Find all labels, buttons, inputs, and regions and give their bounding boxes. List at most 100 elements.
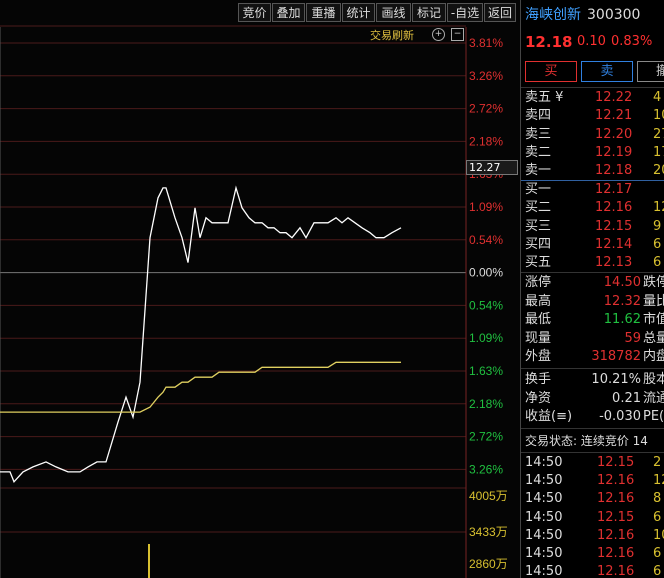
order-price: 12.21 [595,108,633,124]
axis-tick-label: 3.81% [469,36,503,50]
price-change: 0.10 [577,34,606,49]
intraday-chart[interactable]: 3.81% 3.26% 2.72% 2.18% 1.63% 1.09% 0.54% 0.00%… [0,0,520,578]
order-label: 买五 [525,255,552,271]
order-row[interactable]: 卖二 12.19 17 [521,144,664,162]
settings-circle-icon[interactable]: + [432,28,445,41]
price-line [0,185,402,484]
tick-row[interactable]: 14:50 12.16 10 [521,527,664,545]
tick-time: 14:50 [525,455,563,470]
order-row[interactable]: 卖三 12.20 27 [521,126,664,144]
order-volume: 6 [653,236,662,252]
buy-button[interactable]: 买 [525,61,577,82]
toolbar-button[interactable]: 统计 [342,3,375,22]
axis-tick-label: 0.54% [469,233,503,247]
collapse-box-icon[interactable]: − [451,28,464,41]
order-row[interactable]: 买四 12.14 6 [521,236,664,254]
stat-value: -0.030 [599,409,641,424]
tick-volume: 6 [653,564,662,578]
toolbar-button[interactable]: 竞价 [238,3,271,22]
order-price: 12.17 [595,182,633,197]
order-row[interactable]: 买三 12.15 9 [521,218,664,236]
stat-right-label: 股本 [643,372,664,387]
toolbar-button[interactable]: 重播 [306,3,341,22]
stat-row: 外盘 318782内盘 [521,348,664,366]
tick-row[interactable]: 14:50 12.16 6 [521,563,664,578]
tick-price: 12.16 [597,491,635,507]
stat-row: 最低 11.62市值 [521,311,664,329]
stat-right-label: 内盘 [643,349,664,364]
stat-row: 涨停 14.50跌停 [521,274,664,292]
toolbar-button[interactable]: 返回 [484,3,516,22]
tick-row[interactable]: 14:50 12.15 6 [521,509,664,527]
order-row[interactable]: 买二 12.16 12 [521,199,664,217]
order-row[interactable]: 买五 12.13 6 [521,254,664,272]
tick-row[interactable]: 14:50 12.16 12 [521,472,664,490]
stat-value: 11.62 [603,312,641,327]
stat-row: 现量 59总量 [521,330,664,348]
order-label: 买一 [525,182,552,197]
axis-tick-label: 2.18% [469,134,503,148]
tick-volume: 2 [653,455,662,470]
volume-tick-label: 3433万 [469,525,508,539]
order-price: 12.19 [595,144,633,160]
refresh-label[interactable]: 交易刷新 [370,27,414,43]
stat-value: 12.32 [603,293,641,309]
stat-row: 收益(≡) -0.030 PE( [521,408,664,426]
axis-tick-label: 0.54% [469,298,503,312]
tick-row[interactable]: 14:50 12.16 8 [521,490,664,508]
toolbar-button[interactable]: 画线 [376,3,411,22]
order-price: 12.14 [595,236,633,252]
order-volume: 20 [653,163,664,179]
stat-value: 10.21% [591,372,641,387]
stat-right-label: 流通 [643,390,664,406]
tick-time: 14:50 [525,564,563,578]
tick-price: 12.16 [597,546,635,561]
order-row[interactable]: 买一 12.17 [521,181,664,199]
axis-tick-label: 3.26% [469,462,503,476]
order-volume: 4 [653,90,662,105]
order-volume: 27 [653,126,664,142]
tick-price: 12.16 [597,473,635,489]
stat-label: 最低 [525,312,552,327]
current-price: 12.18 [525,33,573,51]
sell-button[interactable]: 卖 [581,61,633,82]
order-price: 12.15 [595,218,633,234]
tick-row[interactable]: 14:50 12.15 2 [521,454,664,472]
stock-name: 海峡创新 [525,7,581,23]
tick-volume: 6 [653,546,662,561]
order-label: 买三 [525,218,552,234]
divider [521,428,664,429]
divider [521,87,664,88]
toolbar-button[interactable]: 标记 [412,3,446,22]
axis-tick-label: 2.18% [469,397,503,411]
order-volume: 10 [653,108,664,124]
stock-code: 300300 [587,7,641,23]
order-volume: 9 [653,218,662,234]
intraday-chart-panel[interactable]: 3.81% 3.26% 2.72% 2.18% 1.63% 1.09% 0.54% 0.00%… [0,0,520,578]
stat-right-label: 市值 [643,312,664,327]
order-label: 卖二 [525,144,552,160]
order-price: 12.18 [595,163,633,179]
order-row[interactable]: 卖五 ¥ 12.22 4 [521,89,664,107]
axis-tick-label: 1.09% [469,200,503,214]
toolbar-button[interactable]: 叠加 [272,3,305,22]
toolbar-button[interactable]: -自选 [447,3,483,22]
order-volume: 17 [653,144,664,160]
divider [521,272,664,273]
tick-row[interactable]: 14:50 12.16 6 [521,545,664,563]
axis-tick-label: 2.72% [469,102,503,116]
cancel-button[interactable]: 撤 [637,61,664,82]
tick-volume: 10 [653,527,664,543]
stat-label: 收益(≡) [525,409,573,424]
tick-price: 12.15 [597,455,635,470]
stat-label: 净资 [525,390,552,406]
stat-right-label: 总量 [643,330,664,346]
order-row[interactable]: 卖一 12.18 20 [521,162,664,180]
divider [521,368,664,369]
stat-label: 外盘 [525,349,552,364]
order-label: 卖一 [525,163,552,179]
order-row[interactable]: 卖四 12.21 10 [521,107,664,125]
price-change-pct: 0.83% [611,34,653,49]
stat-row: 换手 10.21%股本 [521,371,664,389]
volume-bar [148,544,150,578]
